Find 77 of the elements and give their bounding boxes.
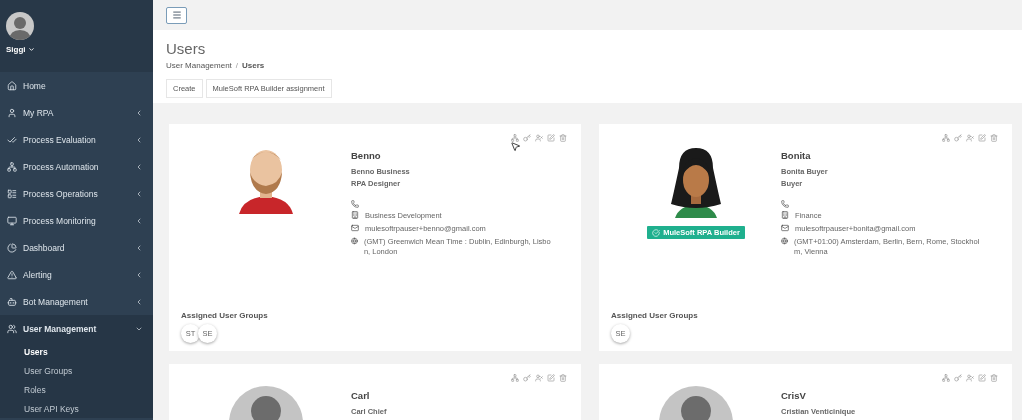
nav-item[interactable]: Dashboard	[0, 234, 153, 261]
edit-icon[interactable]	[978, 134, 986, 142]
hierarchy-icon[interactable]	[511, 374, 519, 382]
nav-subitem[interactable]: User API Keys	[0, 399, 153, 418]
cursor-icon	[510, 141, 521, 152]
nav-subitem[interactable]: User Groups	[0, 361, 153, 380]
nav-item[interactable]: Alerting	[0, 261, 153, 288]
groups-title: Assigned User Groups	[181, 311, 269, 320]
nav-item[interactable]: Bot Management	[0, 288, 153, 315]
menu-button[interactable]	[166, 6, 187, 24]
page-title: Users	[166, 40, 207, 57]
user-remove-icon[interactable]	[535, 134, 543, 142]
nav-subitem[interactable]: Users	[0, 342, 153, 361]
nav-item[interactable]: Process Operations	[0, 180, 153, 207]
user-name: Benno	[351, 150, 382, 161]
chevron-icon	[135, 216, 143, 225]
user-name: Carl	[351, 390, 371, 401]
delete-icon[interactable]	[990, 374, 998, 382]
nav-item[interactable]: Process Evaluation	[0, 126, 153, 153]
user-avatar-icon[interactable]	[6, 12, 34, 40]
nav-icon	[7, 188, 17, 199]
delete-icon[interactable]	[559, 374, 567, 382]
hierarchy-icon[interactable]	[942, 134, 950, 142]
chevron-icon	[135, 162, 143, 171]
edit-icon[interactable]	[978, 374, 986, 382]
nav-item[interactable]: Home	[0, 72, 153, 99]
nav-icon	[7, 323, 17, 334]
nav-icon	[7, 269, 17, 280]
nav-icon	[7, 296, 17, 307]
chevron-icon	[135, 135, 143, 144]
delete-icon[interactable]	[990, 134, 998, 142]
hierarchy-icon[interactable]	[511, 134, 519, 142]
phone-icon	[781, 200, 789, 208]
timezone-icon	[351, 237, 358, 246]
nav-icon	[7, 242, 17, 253]
user-menu[interactable]: Siggi	[6, 45, 153, 54]
nav-icon	[7, 107, 17, 118]
user-name: Bonita	[781, 150, 812, 161]
user-remove-icon[interactable]	[966, 374, 974, 382]
email-icon	[351, 224, 359, 233]
groups-title: Assigned User Groups	[611, 311, 699, 320]
edit-icon[interactable]	[547, 374, 555, 382]
department-icon	[781, 211, 789, 219]
breadcrumb-item: Users	[242, 61, 265, 70]
nav-item[interactable]: Process Automation	[0, 153, 153, 180]
caret-icon	[27, 46, 35, 53]
key-icon[interactable]	[954, 374, 962, 382]
edit-icon[interactable]	[547, 134, 555, 142]
chevron-icon	[135, 243, 143, 252]
delete-icon[interactable]	[559, 134, 567, 142]
user-remove-icon[interactable]	[535, 374, 543, 382]
user-remove-icon[interactable]	[966, 134, 974, 142]
check-icon	[652, 228, 661, 237]
breadcrumb-item[interactable]: User Management	[166, 61, 232, 70]
phone-icon	[351, 200, 359, 208]
user-name: CrisV	[781, 390, 807, 401]
chevron-icon	[135, 189, 143, 198]
menu-icon	[171, 10, 182, 20]
chevron-icon	[135, 270, 143, 279]
chevron-icon	[135, 297, 143, 306]
nav-icon	[7, 215, 17, 226]
email-icon	[781, 224, 789, 233]
key-icon[interactable]	[523, 374, 531, 382]
department-icon	[351, 211, 359, 219]
timezone-icon	[781, 237, 788, 246]
nav-icon	[7, 161, 17, 172]
nav-subitem[interactable]: Roles	[0, 380, 153, 399]
key-icon[interactable]	[523, 134, 531, 142]
nav-icon	[7, 134, 17, 145]
nav-item[interactable]: User Management	[0, 315, 153, 342]
key-icon[interactable]	[954, 134, 962, 142]
hierarchy-icon[interactable]	[942, 374, 950, 382]
nav-icon	[7, 80, 17, 91]
nav-item[interactable]: Process Monitoring	[0, 207, 153, 234]
breadcrumb-separator: /	[235, 61, 239, 70]
nav-item[interactable]: My RPA	[0, 99, 153, 126]
chevron-icon	[135, 108, 143, 117]
